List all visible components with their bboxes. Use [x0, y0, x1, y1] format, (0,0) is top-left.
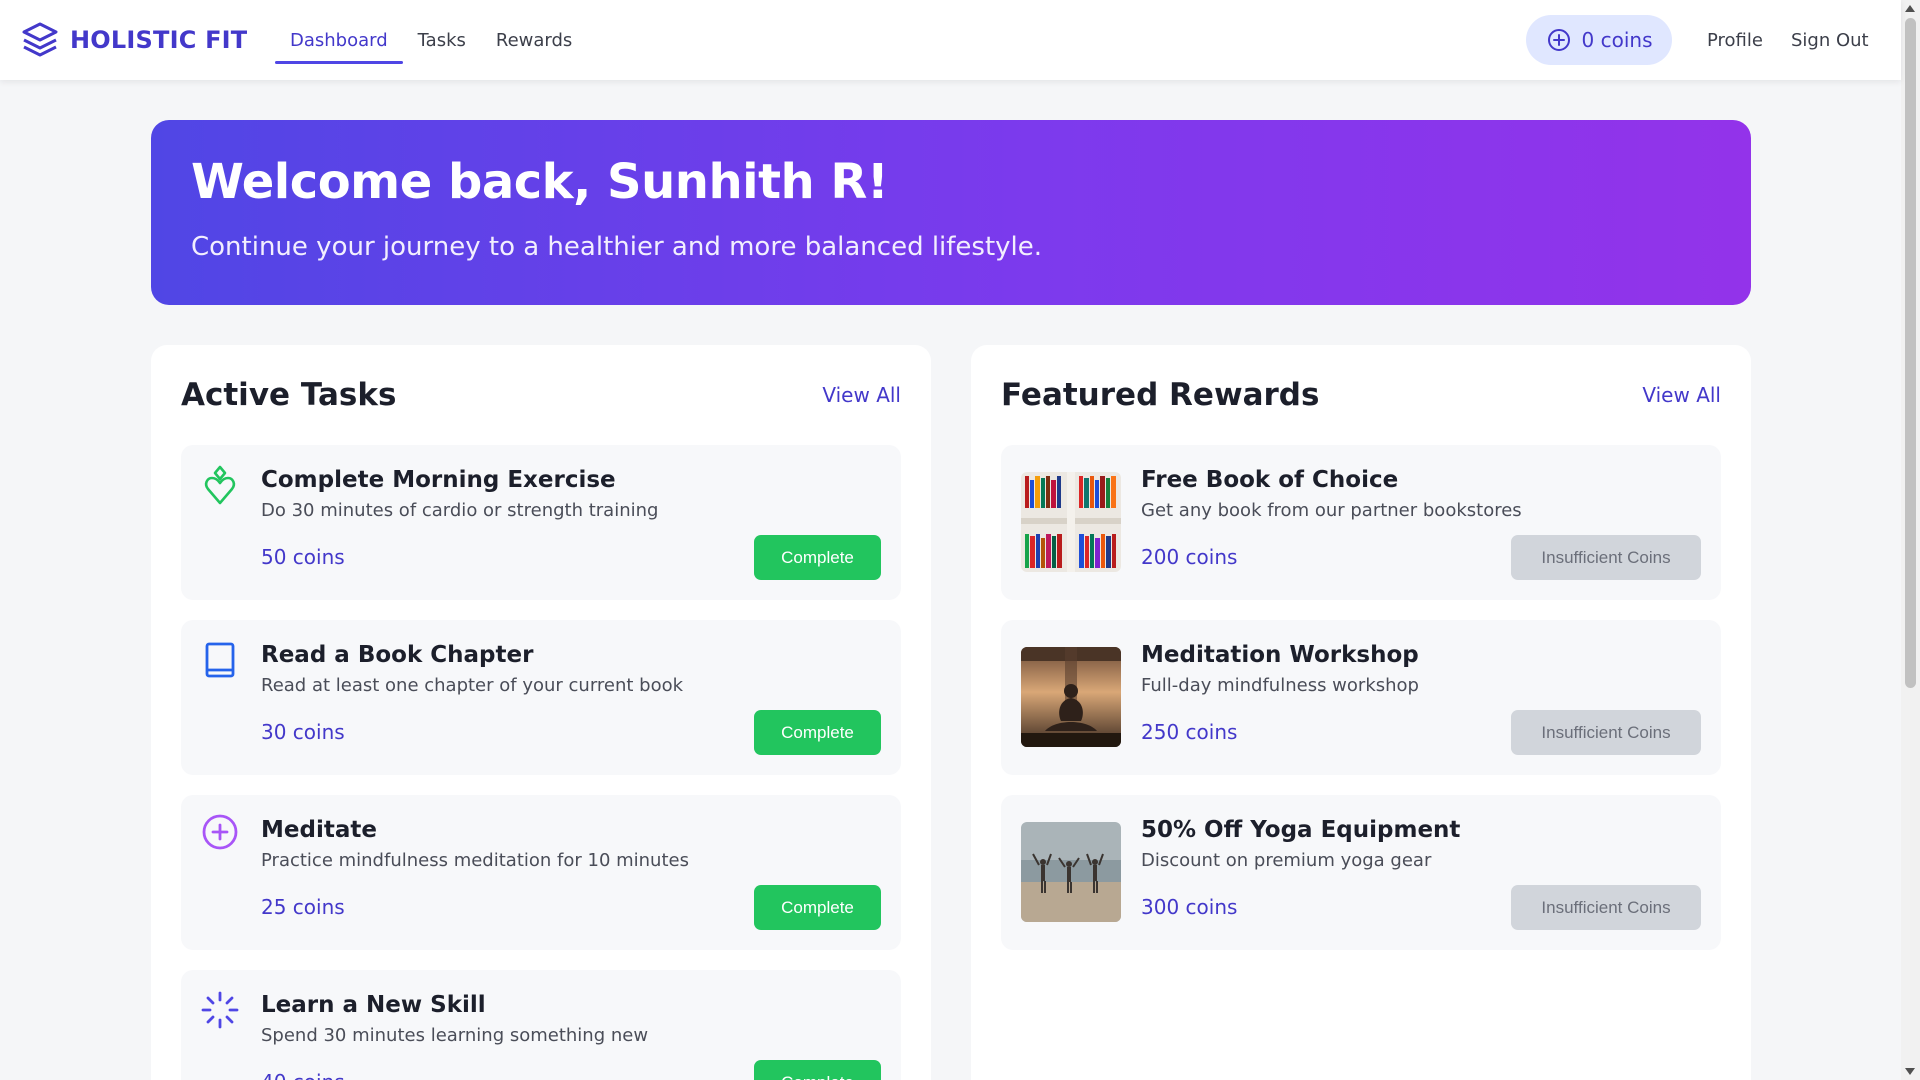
scroll-down-icon[interactable] [1905, 1068, 1915, 1075]
task-coins: 25 coins [261, 895, 345, 919]
reward-cost: 250 coins [1141, 720, 1238, 744]
task-description: Do 30 minutes of cardio or strength trai… [261, 500, 659, 521]
task-card: Read a Book Chapter Read at least one ch… [181, 620, 901, 775]
insufficient-coins-button[interactable]: Insufficient Coins [1511, 885, 1701, 930]
complete-task-button[interactable]: Complete [754, 535, 881, 580]
coins-balance[interactable]: 0 coins [1526, 15, 1672, 65]
complete-task-button[interactable]: Complete [754, 710, 881, 755]
heart-pulse-icon [204, 465, 236, 505]
task-title: Learn a New Skill [261, 992, 486, 1018]
insufficient-coins-button[interactable]: Insufficient Coins [1511, 535, 1701, 580]
task-coins: 30 coins [261, 720, 345, 744]
scrollbar-thumb[interactable] [1905, 18, 1916, 688]
meditation-image [1021, 647, 1121, 747]
coins-balance-label: 0 coins [1581, 28, 1653, 52]
reward-title: 50% Off Yoga Equipment [1141, 817, 1461, 843]
task-description: Spend 30 minutes learning something new [261, 1025, 649, 1046]
reward-cost: 200 coins [1141, 545, 1238, 569]
welcome-banner: Welcome back, Sunhith R! Continue your j… [151, 120, 1751, 305]
complete-task-button[interactable]: Complete [754, 1060, 881, 1080]
reward-card: 50% Off Yoga Equipment Discount on premi… [1001, 795, 1721, 950]
bookshelf-image [1021, 472, 1121, 572]
reward-card: Free Book of Choice Get any book from ou… [1001, 445, 1721, 600]
reward-description: Discount on premium yoga gear [1141, 850, 1432, 871]
task-coins: 40 coins [261, 1070, 345, 1080]
tab-dashboard[interactable]: Dashboard [275, 0, 403, 80]
reward-description: Get any book from our partner bookstores [1141, 500, 1522, 521]
brand[interactable]: HOLISTIC FIT [20, 20, 247, 60]
beach-yoga-image [1021, 822, 1121, 922]
reward-cost: 300 coins [1141, 895, 1238, 919]
plus-circle-icon [202, 814, 238, 850]
plus-circle-icon [1547, 29, 1570, 51]
scroll-up-icon[interactable] [1905, 5, 1915, 12]
brand-name: HOLISTIC FIT [70, 26, 248, 54]
task-title: Complete Morning Exercise [261, 467, 616, 493]
welcome-subtitle: Continue your journey to a healthier and… [191, 232, 1043, 262]
rewards-view-all-link[interactable]: View All [1642, 383, 1721, 407]
top-navbar: HOLISTIC FIT Dashboard Tasks Rewards 0 c… [0, 0, 1901, 80]
active-tasks-title: Active Tasks [181, 377, 397, 413]
complete-task-button[interactable]: Complete [754, 885, 881, 930]
loader-icon [201, 991, 239, 1029]
featured-rewards-panel: Featured Rewards View All Free Book of C… [971, 345, 1751, 1080]
tab-tasks[interactable]: Tasks [403, 0, 481, 80]
task-description: Read at least one chapter of your curren… [261, 675, 684, 696]
main-tabs: Dashboard Tasks Rewards [275, 0, 587, 80]
task-coins: 50 coins [261, 545, 345, 569]
task-card: Meditate Practice mindfulness meditation… [181, 795, 901, 950]
task-title: Meditate [261, 817, 377, 843]
task-card: Complete Morning Exercise Do 30 minutes … [181, 445, 901, 600]
book-icon [205, 642, 235, 678]
welcome-title: Welcome back, Sunhith R! [191, 154, 889, 210]
tab-rewards[interactable]: Rewards [481, 0, 587, 80]
active-tasks-panel: Active Tasks View All Complete Morning E… [151, 345, 931, 1080]
insufficient-coins-button[interactable]: Insufficient Coins [1511, 710, 1701, 755]
layers-icon [22, 22, 58, 57]
reward-title: Meditation Workshop [1141, 642, 1419, 668]
tasks-view-all-link[interactable]: View All [822, 383, 901, 407]
task-title: Read a Book Chapter [261, 642, 534, 668]
reward-title: Free Book of Choice [1141, 467, 1399, 493]
reward-description: Full-day mindfulness workshop [1141, 675, 1419, 696]
featured-rewards-title: Featured Rewards [1001, 377, 1320, 413]
task-description: Practice mindfulness meditation for 10 m… [261, 850, 689, 871]
profile-link[interactable]: Profile [1707, 0, 1763, 80]
page-scrollbar[interactable] [1901, 0, 1920, 1080]
reward-card: Meditation Workshop Full-day mindfulness… [1001, 620, 1721, 775]
task-card: Learn a New Skill Spend 30 minutes learn… [181, 970, 901, 1080]
sign-out-link[interactable]: Sign Out [1791, 0, 1869, 80]
